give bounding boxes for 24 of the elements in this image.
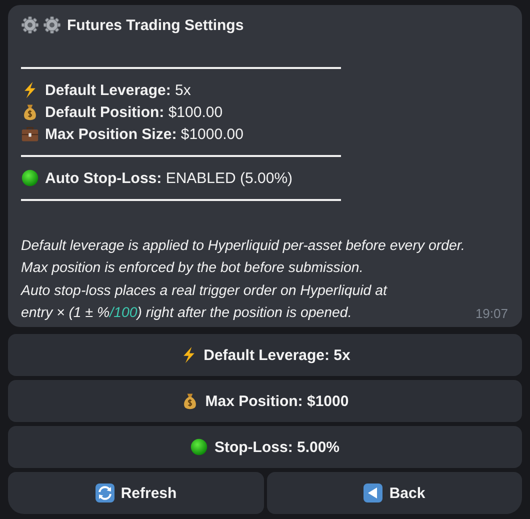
status-dot-icon (190, 438, 208, 456)
gear-icon (43, 16, 61, 34)
command-link[interactable]: /100 (110, 304, 138, 321)
gear-icon (21, 16, 39, 34)
note-line: entry × (1 ± %/100) right after the position is opened. (21, 304, 352, 321)
keyboard-button[interactable]: Back (266, 472, 522, 514)
note-line: Max position is enforced by the bot before submission. (21, 260, 364, 276)
keyboard-button[interactable]: Default Leverage: 5x (8, 334, 522, 376)
note-line: Default leverage is applied to Hyperliquid per-asset before every order. (21, 238, 465, 254)
briefcase-icon (21, 125, 39, 143)
message-title: Futures Trading Settings (67, 16, 244, 34)
setting-line: Default Leverage: 5x (45, 82, 191, 98)
note-line: Auto stop-loss places a real trigger order on Hyperliquid at (21, 282, 387, 299)
back-icon (363, 483, 384, 504)
setting-line: Max Position Size: $1000.00 (45, 126, 244, 142)
message-time: 19:07 (475, 306, 508, 322)
refresh-icon (94, 483, 115, 504)
keyboard-button[interactable]: Refresh (8, 472, 264, 514)
setting-line: Default Position: $100.00 (45, 104, 223, 120)
keyboard-button[interactable]: Max Position: $1000 (8, 380, 522, 422)
status-dot-icon (21, 169, 39, 187)
money-bag-icon (21, 103, 39, 121)
keyboard-button[interactable]: Stop-Loss: 5.00% (8, 426, 522, 468)
setting-line: Auto Stop-Loss: ENABLED (5.00%) (45, 170, 293, 186)
